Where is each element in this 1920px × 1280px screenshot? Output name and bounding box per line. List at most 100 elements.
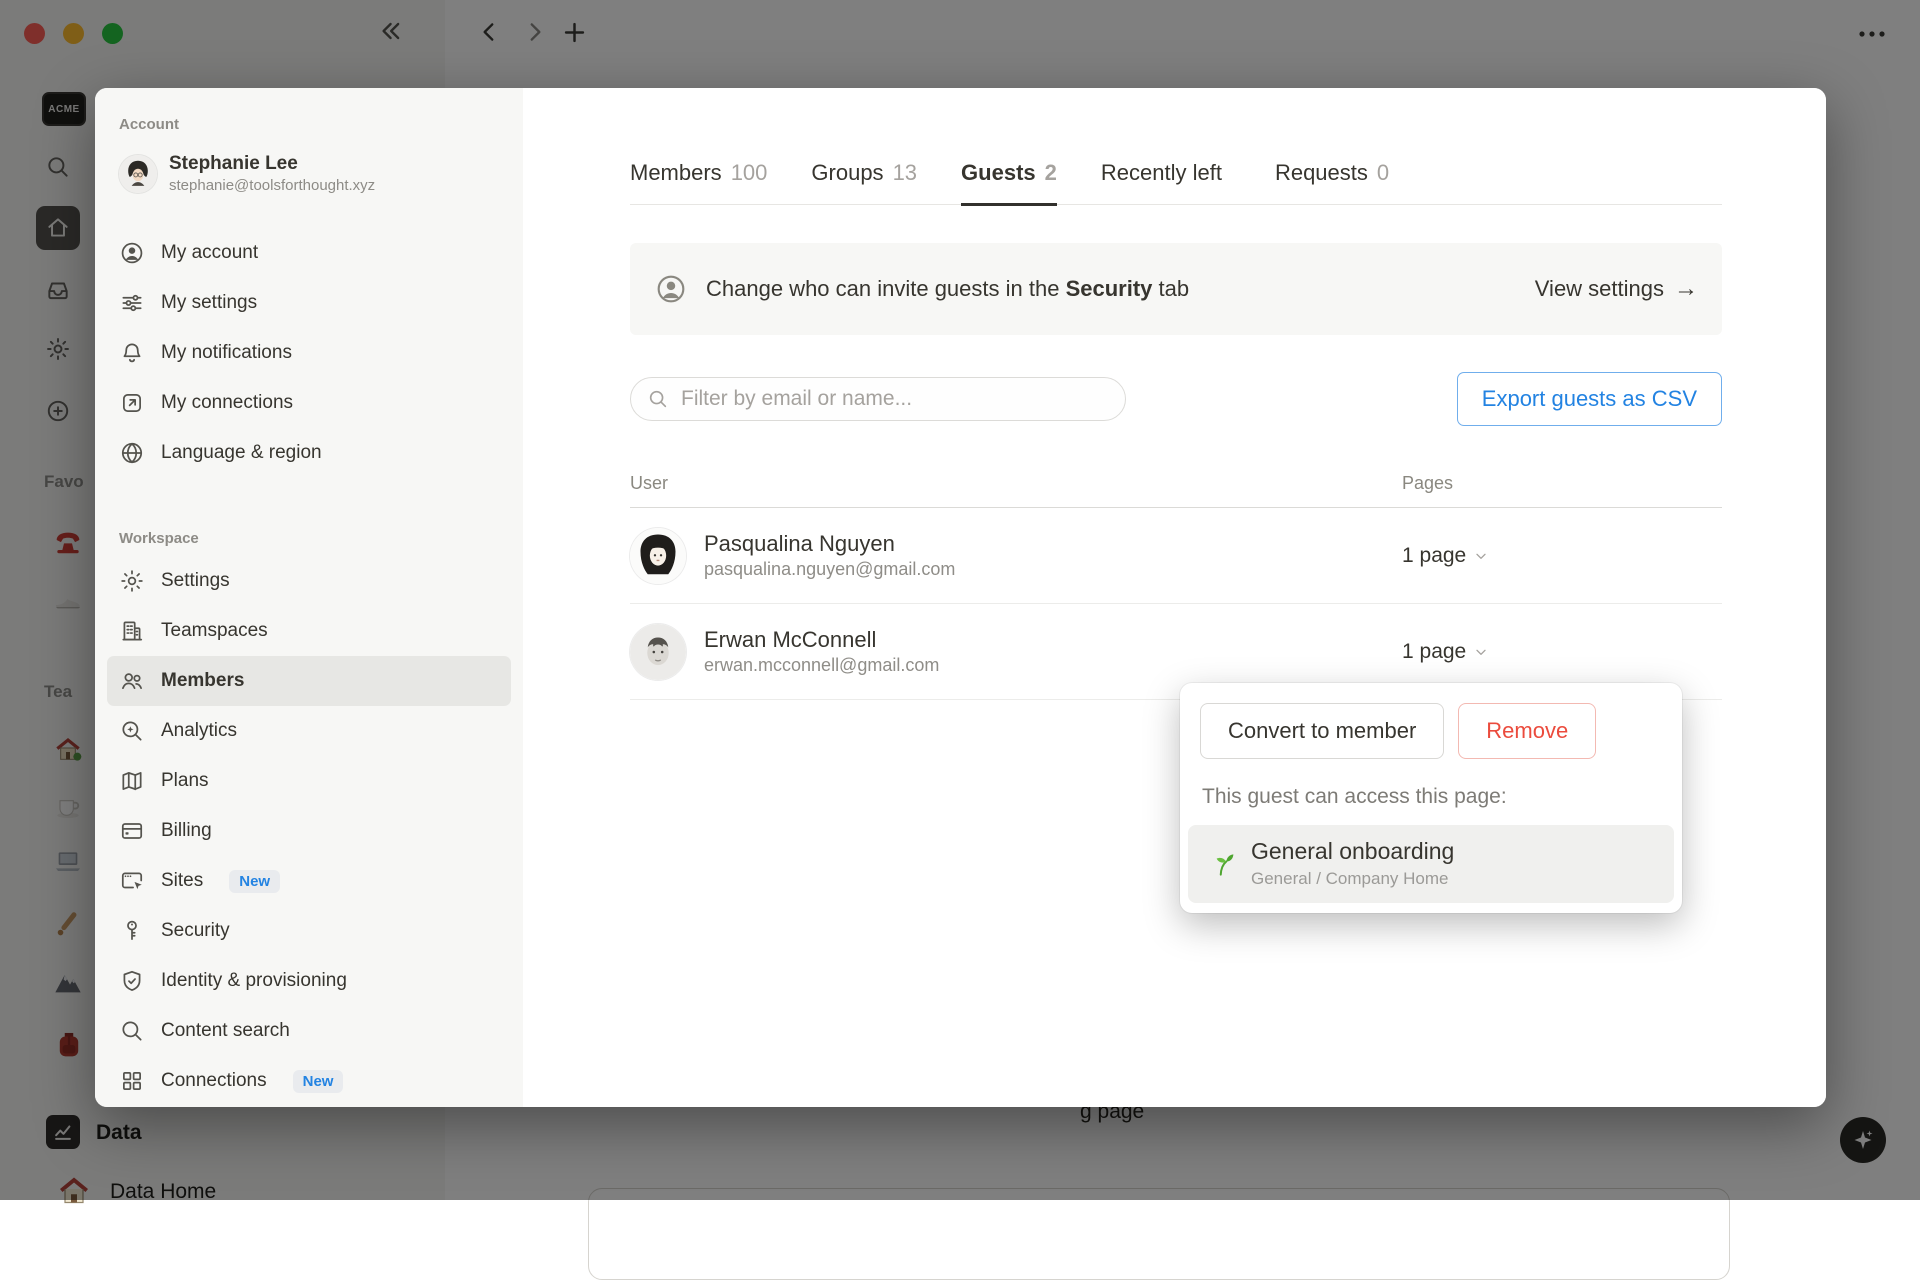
pages-dropdown[interactable]: 1 page (1402, 544, 1489, 568)
sidebar-item-language-region[interactable]: Language & region (95, 428, 523, 478)
stephanie-avatar (119, 155, 157, 193)
guest-access-caption: This guest can access this page: (1202, 785, 1507, 808)
sidebar-item-my-settings[interactable]: My settings (95, 278, 523, 328)
sidebar-item-label: Content search (161, 1020, 290, 1041)
sidebar-item-settings[interactable]: Settings (95, 556, 523, 606)
people-icon (122, 673, 142, 690)
pages-count-label: 1 page (1402, 639, 1467, 663)
sidebar-item-sites[interactable]: Sites New (95, 856, 523, 906)
person-circle-icon (657, 275, 685, 303)
chevron-down-icon (1476, 553, 1486, 559)
guest-email: erwan.mcconnell@gmail.com (704, 655, 940, 676)
browser-cursor-icon (121, 872, 143, 890)
building-icon (122, 621, 143, 641)
tab-label: Groups (811, 160, 884, 185)
erwan-avatar (630, 623, 686, 680)
tab-label: Requests (1274, 160, 1368, 185)
sidebar-item-label: Analytics (161, 720, 238, 741)
sidebar-item-label: Security (161, 920, 230, 941)
account-user-email: stephanie@toolsforthought.xyz (169, 176, 376, 194)
workspace-items: Settings Teamspaces Members Analytics Pl… (95, 556, 523, 1106)
shield-check-icon (123, 970, 141, 991)
remove-guest-button[interactable]: Remove (1458, 703, 1597, 759)
sidebar-item-analytics[interactable]: Analytics (95, 706, 523, 756)
guest-user-text: Erwan McConnell erwan.mcconnell@gmail.co… (704, 626, 939, 678)
settings-sidebar: Account Stephanie Lee stephanie@toolsfor… (95, 88, 523, 1107)
banner-bold-word: Security (1065, 276, 1153, 301)
person-circle-icon (121, 242, 143, 264)
chevron-down-icon (1476, 649, 1486, 655)
pages-dropdown[interactable]: 1 page (1402, 640, 1489, 664)
account-user-name: Stephanie Lee (169, 152, 298, 174)
sidebar-item-label: Identity & provisioning (161, 970, 347, 991)
tab-requests[interactable]: Requests 0 (1275, 160, 1389, 206)
sidebar-item-plans[interactable]: Plans (95, 756, 523, 806)
sidebar-item-security[interactable]: Security (95, 906, 523, 956)
invite-guests-banner: Change who can invite guests in the Secu… (630, 243, 1722, 335)
gear-icon (121, 570, 143, 592)
sidebar-item-my-notifications[interactable]: My notifications (95, 328, 523, 378)
sidebar-item-label: Plans (161, 770, 209, 791)
account-items: My account My settings My notifications … (95, 228, 523, 478)
export-guests-csv-button[interactable]: Export guests as CSV (1456, 372, 1722, 426)
settings-dialog: Account Stephanie Lee stephanie@toolsfor… (95, 88, 1826, 1107)
workspace-section-header: Workspace (119, 530, 199, 547)
guest-user-cell: Erwan McConnell erwan.mcconnell@gmail.co… (630, 623, 1402, 680)
key-icon (127, 920, 137, 940)
accessible-page-item[interactable]: General onboarding General / Company Hom… (1188, 825, 1674, 903)
tab-members[interactable]: Members 100 (630, 160, 767, 206)
view-settings-label: View settings (1534, 276, 1664, 301)
sidebar-item-label: Language & region (161, 442, 322, 463)
bell-icon (123, 343, 141, 363)
sidebar-item-billing[interactable]: Billing (95, 806, 523, 856)
sidebar-item-label: My settings (161, 292, 258, 313)
pasqualina-avatar (630, 527, 686, 584)
account-user-text: Stephanie Lee stephanie@toolsforthought.… (169, 153, 375, 195)
sidebar-item-label: Members (161, 670, 245, 691)
banner-text: Change who can invite guests in the Secu… (706, 276, 1190, 301)
guest-email: pasqualina.nguyen@gmail.com (704, 559, 956, 580)
arrow-right-icon: → (1674, 275, 1698, 302)
sidebar-item-identity-provisioning[interactable]: Identity & provisioning (95, 956, 523, 1006)
magnifier-icon (122, 1021, 142, 1041)
sidebar-item-label: Settings (161, 570, 230, 591)
sidebar-item-members[interactable]: Members (107, 656, 511, 706)
background-page-panel (588, 1188, 1730, 1280)
account-section-header: Account (119, 116, 179, 133)
tab-label: Members (630, 160, 722, 185)
tab-count: 13 (892, 160, 918, 185)
guest-name: Pasqualina Nguyen (704, 530, 895, 556)
tab-label: Recently left (1100, 160, 1222, 185)
grid-icon (123, 1072, 141, 1090)
guest-filter-field[interactable] (630, 377, 1126, 421)
guest-name: Erwan McConnell (704, 626, 877, 652)
credit-card-icon (121, 823, 143, 839)
tab-groups[interactable]: Groups 13 (811, 160, 917, 206)
accessible-page-path: General / Company Home (1251, 868, 1449, 888)
column-header-user: User (630, 472, 669, 493)
new-badge: New (292, 1069, 344, 1093)
map-icon (122, 772, 142, 791)
sidebar-item-connections[interactable]: Connections New (95, 1056, 523, 1106)
sliders-icon (122, 294, 142, 312)
sidebar-item-content-search[interactable]: Content search (95, 1006, 523, 1056)
tab-guests[interactable]: Guests 2 (961, 160, 1057, 206)
magnifier-sparkle-icon (122, 721, 142, 741)
table-row[interactable]: Pasqualina Nguyen pasqualina.nguyen@gmai… (630, 508, 1722, 604)
sidebar-item-my-account[interactable]: My account (95, 228, 523, 278)
column-header-pages: Pages (1402, 472, 1454, 493)
tab-recently-left[interactable]: Recently left (1101, 160, 1231, 206)
convert-to-member-button[interactable]: Convert to member (1200, 703, 1445, 759)
guest-filter-input[interactable] (679, 386, 1119, 412)
seedling-icon (1216, 854, 1234, 876)
sidebar-item-label: Sites (161, 870, 204, 891)
sidebar-item-my-connections[interactable]: My connections (95, 378, 523, 428)
view-settings-link[interactable]: View settings → (1535, 275, 1698, 303)
pages-count-label: 1 page (1402, 543, 1467, 567)
new-badge: New (229, 869, 281, 893)
guests-table-header: User Pages (630, 459, 1722, 508)
sidebar-item-label: Connections (161, 1070, 267, 1091)
sidebar-item-teamspaces[interactable]: Teamspaces (95, 606, 523, 656)
guest-user-text: Pasqualina Nguyen pasqualina.nguyen@gmai… (704, 530, 955, 582)
account-user-card[interactable]: Stephanie Lee stephanie@toolsforthought.… (95, 148, 523, 200)
